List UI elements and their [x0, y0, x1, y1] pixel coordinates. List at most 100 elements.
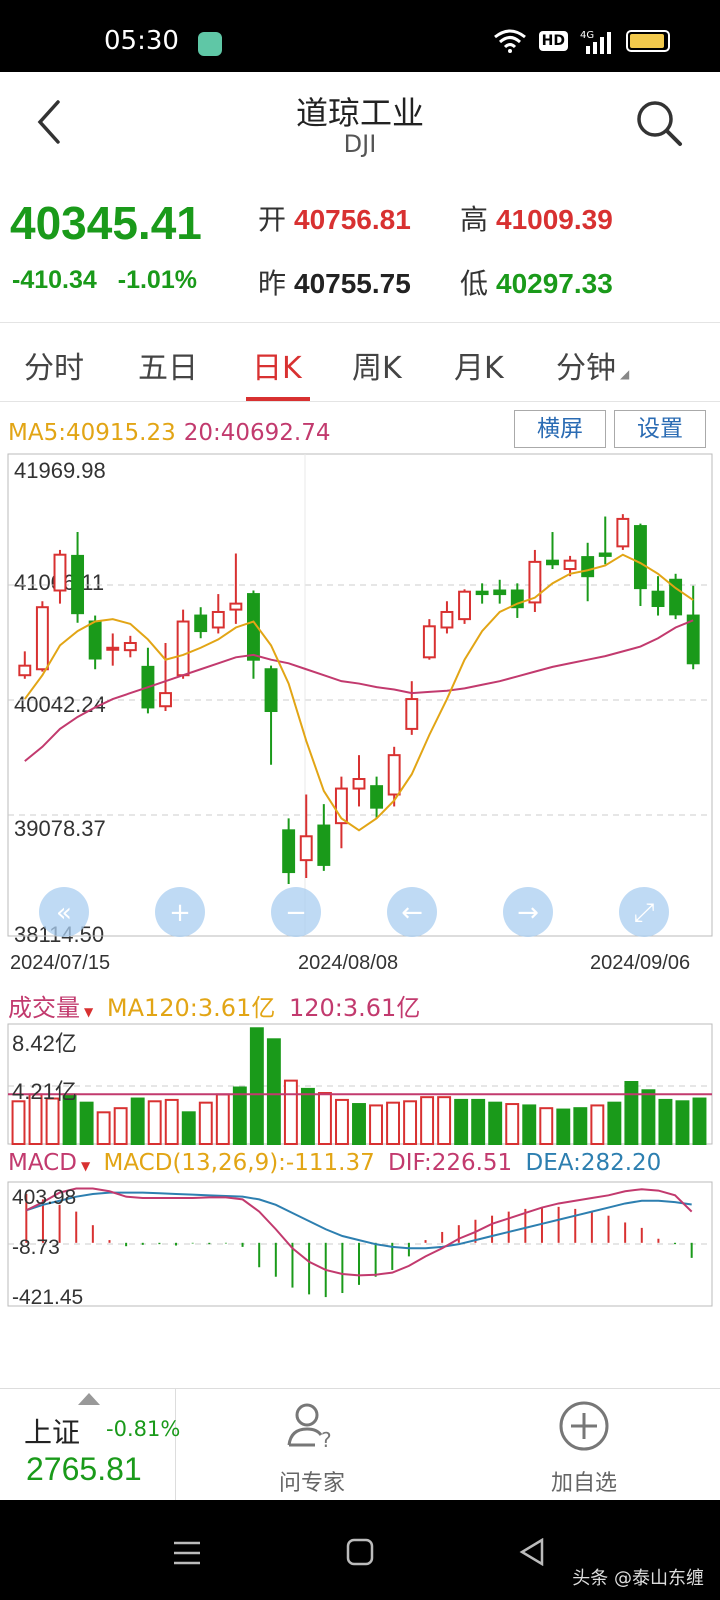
notification-app-icon: [198, 32, 222, 56]
volume-bar: [675, 1100, 690, 1146]
quote-panel: 40345.41 -410.34 -1.01% 开 40756.81 高 41009…: [0, 172, 720, 322]
volume-bar: [488, 1101, 503, 1146]
volume-bar: [692, 1097, 707, 1145]
volume-bar: [317, 1092, 332, 1145]
volume-bar: [79, 1101, 94, 1146]
zoom-reset-icon-glyph: «: [56, 898, 72, 928]
page-title: 道琼工业: [295, 94, 424, 132]
battery-icon: [626, 30, 670, 52]
ask-expert-button[interactable]: ? 问专家: [176, 1389, 448, 1501]
candle-body: [352, 778, 366, 790]
stock-code: DJI: [343, 130, 377, 158]
candle-body: [546, 559, 559, 566]
change-percent: -1.01%: [117, 266, 197, 294]
volume-bar: [624, 1081, 639, 1146]
add-watchlist-button[interactable]: 加自选: [448, 1389, 720, 1501]
kline-chart[interactable]: « + − ← → ⤢: [0, 450, 720, 1310]
candle-body: [387, 754, 401, 796]
nav-back-icon[interactable]: [518, 1538, 546, 1566]
active-tab-indicator: [246, 397, 310, 401]
tab-minute[interactable]: 分钟 ◢: [556, 343, 629, 387]
volume-bar: [352, 1103, 366, 1145]
tab-weekly-k[interactable]: 周K: [352, 343, 402, 387]
macd-y-mid: -8.73: [12, 1236, 60, 1259]
candle-body: [71, 554, 85, 615]
menu-icon[interactable]: [172, 1540, 202, 1566]
period-tabs: 分时 五日 日K 周K 月K 分钟 ◢: [0, 322, 720, 402]
candle-body: [581, 556, 595, 578]
candle-body: [475, 590, 489, 596]
candle-body: [35, 606, 49, 671]
candle-body: [422, 625, 436, 659]
candle-body: [370, 785, 384, 809]
zoom-out-icon-glyph: −: [285, 898, 307, 928]
tab-daily-k[interactable]: 日K: [252, 343, 302, 387]
expand-up-icon[interactable]: [78, 1393, 100, 1405]
status-time: 05:30: [104, 26, 179, 56]
tab-minute-label: 分钟: [556, 351, 616, 386]
ask-expert-label: 问专家: [278, 1471, 345, 1496]
change-value: -410.34: [12, 266, 97, 294]
volume-bar: [573, 1107, 588, 1146]
volume-bar: [11, 1100, 26, 1146]
ma20-line: [24, 619, 694, 762]
volume-bar: [283, 1079, 298, 1145]
volume-bar: [249, 1027, 264, 1145]
volume-bar: [607, 1101, 622, 1146]
index-ticker[interactable]: 上证 -0.81% 2765.81: [0, 1389, 180, 1501]
kline-frame: [7, 453, 713, 937]
candle-body: [563, 559, 577, 571]
volume-bar: [181, 1111, 196, 1145]
candle-body: [264, 668, 278, 713]
ask-expert-icon: ?: [287, 1403, 332, 1452]
index-name: 上证: [24, 1416, 81, 1449]
volume-bar: [505, 1103, 520, 1145]
tab-intraday[interactable]: 分时: [24, 343, 84, 387]
pan-right-icon-glyph: →: [517, 898, 539, 928]
home-icon[interactable]: [346, 1538, 374, 1566]
tab-five-day[interactable]: 五日: [138, 343, 198, 387]
volume-bar: [164, 1098, 179, 1145]
current-price: 40345.41: [10, 197, 202, 249]
tab-monthly-k[interactable]: 月K: [454, 343, 504, 387]
volume-bar: [403, 1100, 418, 1146]
prev-close-field: 昨 40755.75: [258, 262, 411, 302]
volume-bar: [130, 1097, 145, 1145]
volume-bar: [522, 1104, 537, 1145]
macd-title[interactable]: MACD: [8, 1150, 77, 1176]
search-icon[interactable]: [634, 98, 684, 148]
macd-dropdown-icon[interactable]: ▼: [81, 1159, 90, 1173]
volume-bar: [369, 1104, 383, 1145]
prev-close-value: 40755.75: [294, 268, 411, 299]
volume-title[interactable]: 成交量: [8, 994, 80, 1022]
candle-body: [123, 641, 137, 652]
macd-y-top: 403.98: [12, 1186, 77, 1209]
candle-body: [106, 646, 120, 651]
candle-body: [633, 525, 647, 590]
candle-body: [317, 824, 331, 866]
macd-dif: DIF:226.51: [388, 1150, 513, 1176]
dropdown-triangle-icon: ◢: [620, 367, 630, 381]
candle-body: [528, 560, 542, 604]
candle-body: [53, 553, 67, 592]
volume-bar: [113, 1107, 128, 1146]
hd-badge: HD: [538, 31, 568, 51]
candle-body: [616, 517, 630, 548]
candle-body: [18, 664, 32, 677]
zoom-in-icon-glyph: +: [169, 898, 191, 928]
settings-button[interactable]: 设置: [614, 410, 706, 448]
high-field: 高 41009.39: [460, 198, 613, 238]
ma20-legend: 20:40692.74: [183, 420, 331, 446]
index-change-percent: -0.81%: [106, 1417, 181, 1441]
low-value: 40297.33: [496, 268, 613, 299]
price-change: -410.34 -1.01%: [12, 266, 197, 295]
volume-bar: [658, 1098, 673, 1145]
candle-body: [299, 835, 313, 862]
wifi-icon: [493, 29, 526, 53]
status-icons: HD 4G: [493, 28, 670, 54]
landscape-button[interactable]: 横屏: [514, 410, 606, 448]
volume-bar: [147, 1100, 162, 1146]
volume-dropdown-icon[interactable]: ▼: [84, 1005, 93, 1019]
high-value: 41009.39: [496, 204, 613, 235]
candle-body: [598, 552, 612, 557]
